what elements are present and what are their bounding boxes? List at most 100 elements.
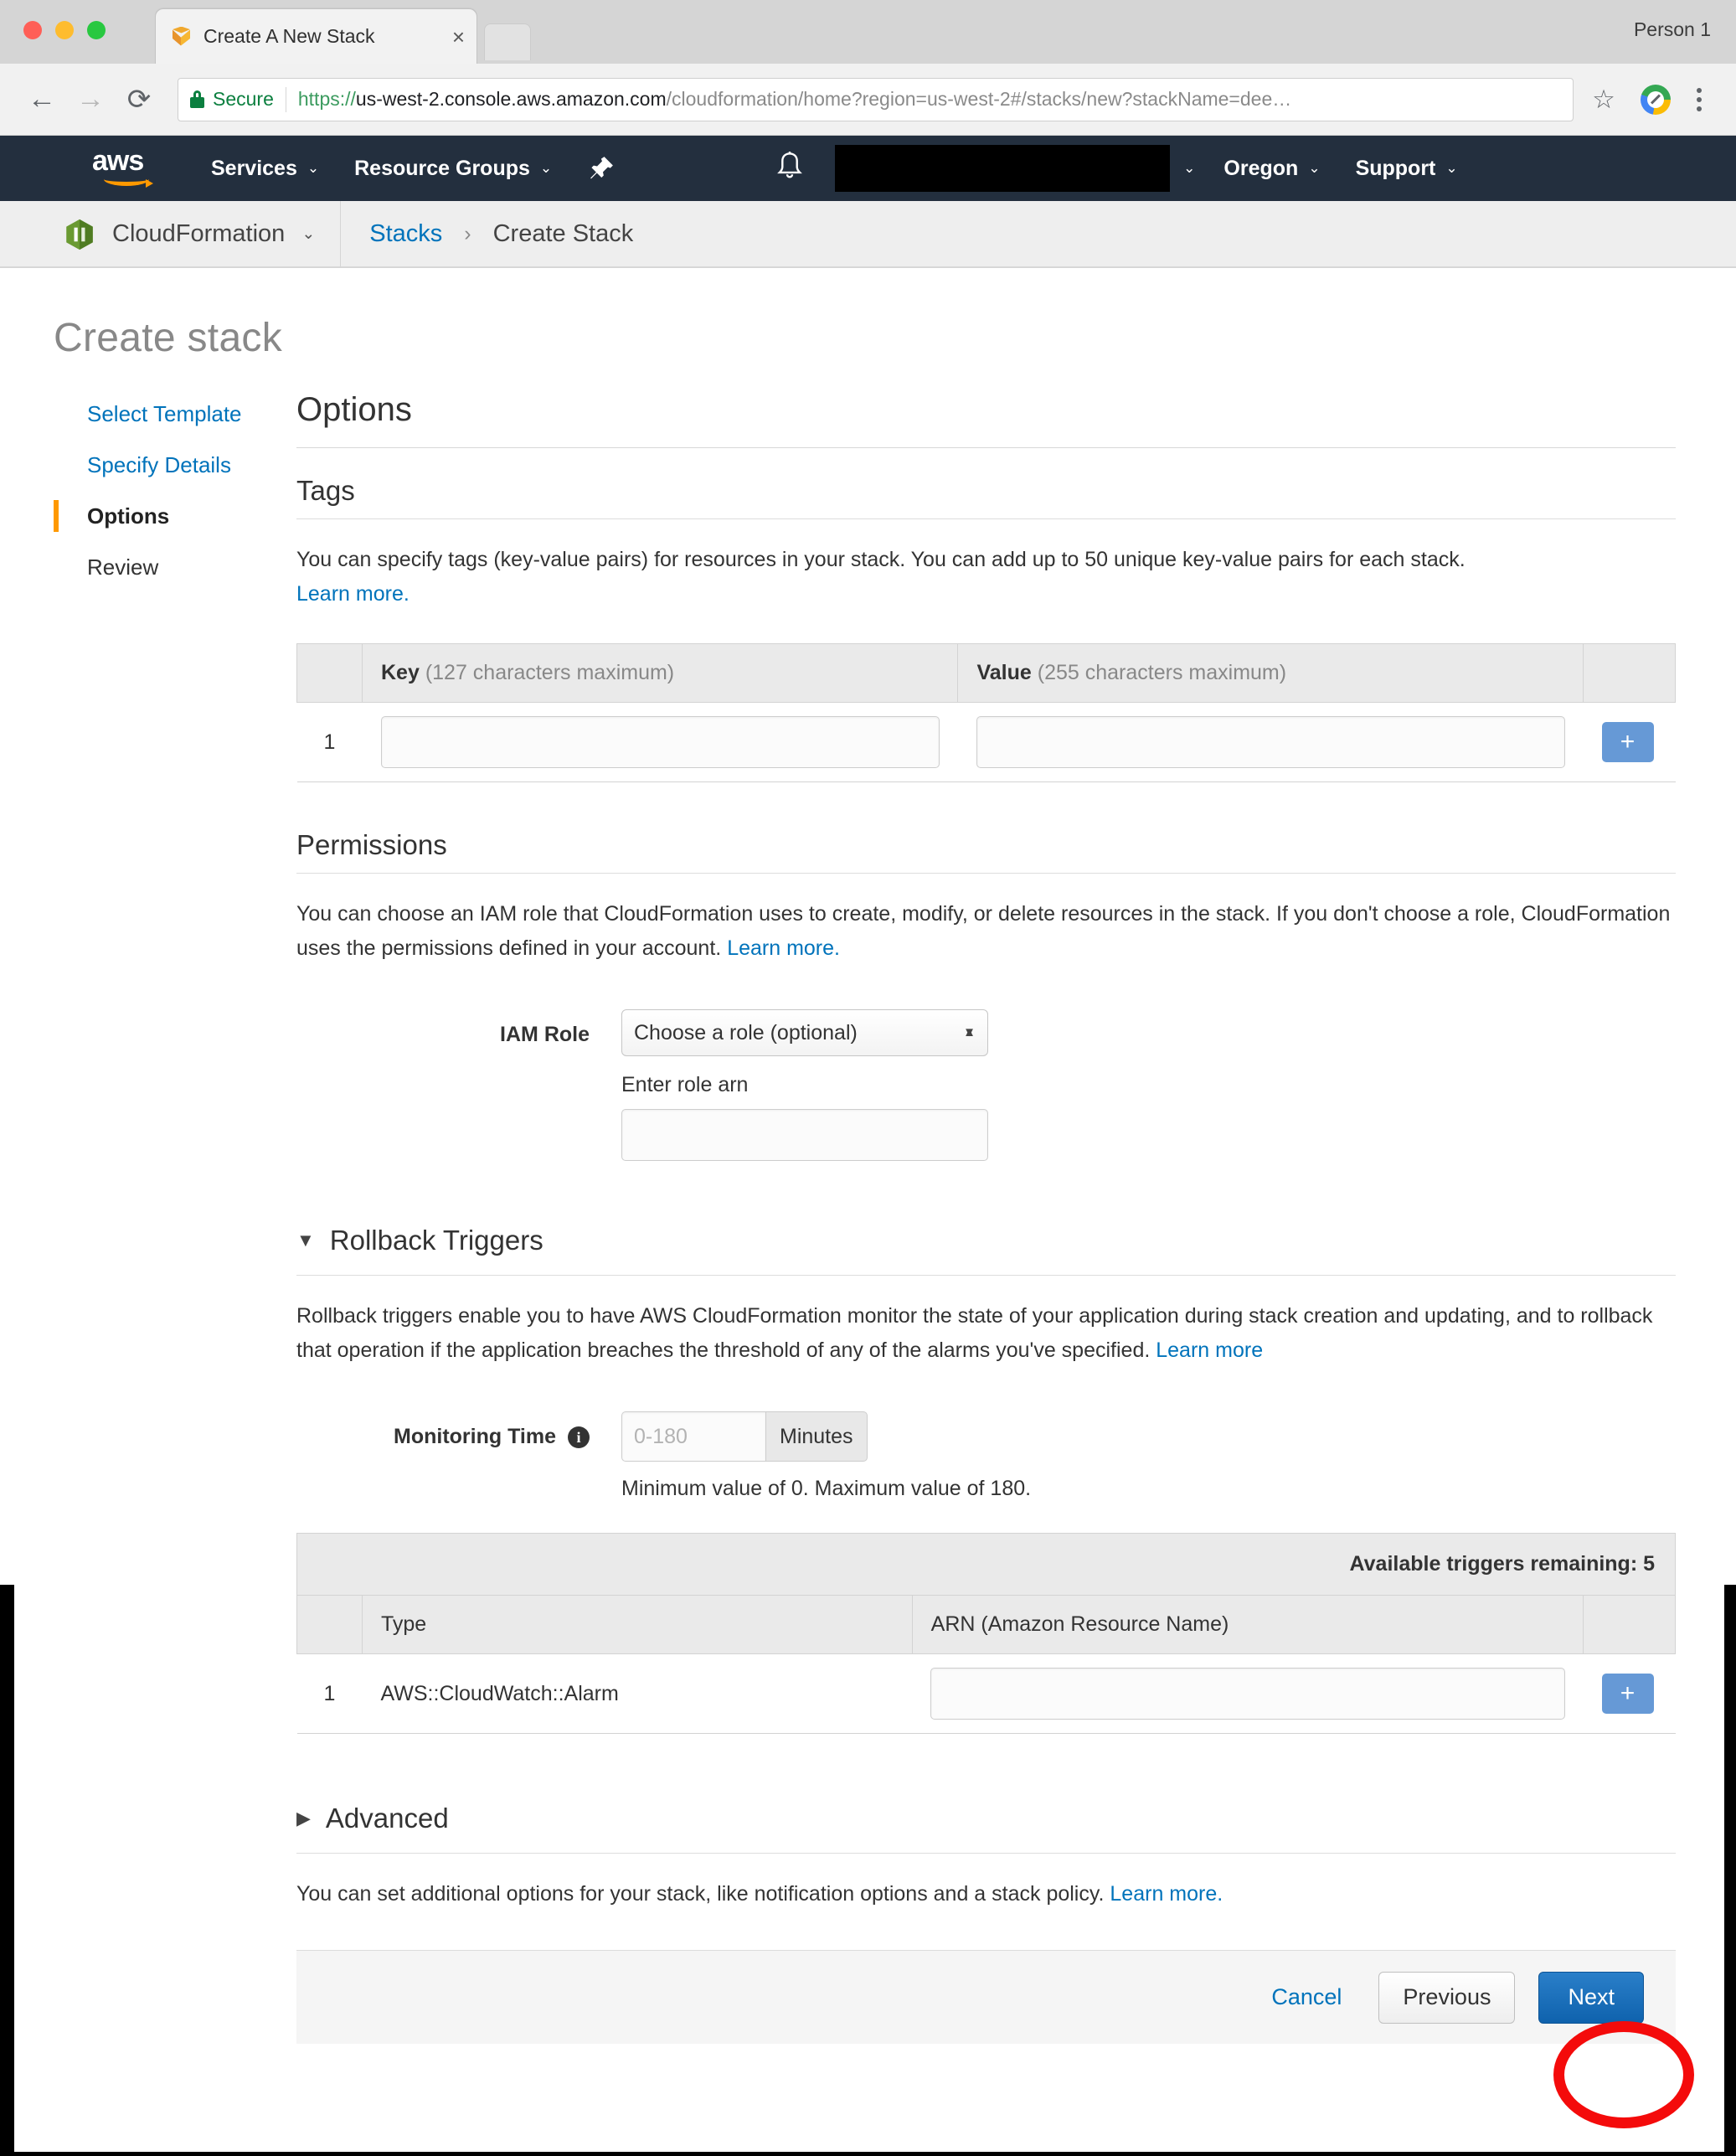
tag-value-input[interactable] xyxy=(976,716,1565,768)
back-icon[interactable]: ← xyxy=(20,78,64,121)
tags-value-header-hint: (255 characters maximum) xyxy=(1037,661,1287,684)
tags-key-header-label: Key xyxy=(381,661,420,684)
role-arn-input[interactable] xyxy=(621,1109,988,1161)
aws-global-nav: aws Services ⌄ Resource Groups ⌄ ⌄ Orego… xyxy=(0,136,1736,201)
previous-button[interactable]: Previous xyxy=(1378,1971,1516,2024)
chevron-down-icon: ⌄ xyxy=(539,160,553,176)
minimize-window-button[interactable] xyxy=(55,21,74,39)
tags-value-header: Value (255 characters maximum) xyxy=(957,643,1584,703)
close-tab-icon[interactable]: × xyxy=(452,26,465,48)
tags-heading: Tags xyxy=(296,475,355,506)
trigger-arn-input[interactable] xyxy=(930,1668,1565,1720)
page-title: Create stack xyxy=(54,316,283,360)
nav-resource-groups-label: Resource Groups xyxy=(354,156,530,180)
permissions-description: You can choose an IAM role that CloudFor… xyxy=(296,897,1676,966)
sidebar-item-options[interactable]: Options xyxy=(54,500,281,532)
table-row: 1 + xyxy=(296,702,1676,782)
chevron-down-icon[interactable]: ⌄ xyxy=(1183,160,1195,177)
nav-region-label: Oregon xyxy=(1223,156,1299,180)
iam-role-select[interactable]: Choose a role (optional) ▲ ▼ xyxy=(621,1009,988,1056)
advanced-heading: Advanced xyxy=(325,1803,449,1834)
triggers-row-number-header xyxy=(296,1595,363,1654)
triggers-type-cell: AWS::CloudWatch::Alarm xyxy=(362,1653,913,1734)
breadcrumb-current: Create Stack xyxy=(492,220,634,247)
close-window-button[interactable] xyxy=(23,21,42,39)
add-tag-row-button[interactable]: + xyxy=(1601,722,1654,762)
wizard-footer: Cancel Previous Next xyxy=(296,1950,1676,2044)
add-trigger-row-button[interactable]: + xyxy=(1601,1674,1654,1714)
forward-icon[interactable]: → xyxy=(69,78,112,121)
tags-table: Key (127 characters maximum) Value (255 … xyxy=(296,643,1676,782)
nav-support[interactable]: Support ⌄ xyxy=(1356,157,1458,181)
rollback-triggers-learn-more-link[interactable]: Learn more xyxy=(1156,1338,1263,1362)
permissions-heading: Permissions xyxy=(296,829,447,860)
triggers-type-header: Type xyxy=(362,1595,913,1654)
sidebar-item-select-template[interactable]: Select Template xyxy=(70,401,281,427)
monitoring-time-controls: Minutes Minimum value of 0. Maximum valu… xyxy=(621,1411,1676,1501)
iam-role-label: IAM Role xyxy=(500,1023,590,1046)
tags-actions-header xyxy=(1583,643,1676,703)
advanced-toggle[interactable]: ▶ Advanced xyxy=(296,1803,1676,1834)
tag-key-input[interactable] xyxy=(380,716,940,768)
nav-region[interactable]: Oregon ⌄ xyxy=(1223,157,1320,181)
info-icon[interactable]: i xyxy=(568,1426,590,1449)
pin-icon[interactable] xyxy=(587,154,616,183)
options-panel: Options Tags You can specify tags (key-v… xyxy=(281,391,1736,2044)
url-path: /cloudformation/home?region=us-west-2#/s… xyxy=(666,88,1292,110)
sidebar-item-review[interactable]: Review xyxy=(70,554,281,580)
reload-icon[interactable]: ⟳ xyxy=(117,78,161,121)
aws-logo[interactable]: aws xyxy=(92,147,164,189)
advanced-divider xyxy=(296,1853,1676,1854)
url-host: us-west-2.console.aws.amazon.com xyxy=(355,88,667,110)
maximize-window-button[interactable] xyxy=(87,21,106,39)
service-selector[interactable]: CloudFormation ⌄ xyxy=(65,201,342,267)
bookmark-star-icon[interactable]: ☆ xyxy=(1585,81,1622,118)
breadcrumb-separator-icon: › xyxy=(464,222,471,245)
section-divider xyxy=(296,447,1676,448)
notifications-bell-icon[interactable] xyxy=(775,150,805,188)
browser-tab-title: Create A New Stack xyxy=(203,25,375,47)
profile-name-label[interactable]: Person 1 xyxy=(1634,18,1711,41)
nav-services-label: Services xyxy=(211,156,297,180)
advanced-learn-more-link[interactable]: Learn more. xyxy=(1110,1882,1223,1906)
options-section-title: Options xyxy=(296,391,412,428)
breadcrumb: Stacks › Create Stack xyxy=(341,220,633,248)
tags-learn-more-link[interactable]: Learn more. xyxy=(296,582,410,606)
monitoring-time-label-text: Monitoring Time xyxy=(394,1425,556,1448)
browser-toolbar: ← → ⟳ Secure https://us-west-2.console.a… xyxy=(0,64,1736,136)
chevron-down-icon: ⌄ xyxy=(1445,160,1458,176)
new-tab-button[interactable] xyxy=(484,23,531,60)
service-name-label: CloudFormation xyxy=(112,220,286,247)
profile-avatar-icon[interactable] xyxy=(1641,84,1671,115)
available-triggers-text: Available triggers remaining: 5 xyxy=(296,1533,1676,1596)
triggers-arn-cell xyxy=(912,1653,1584,1734)
nav-resource-groups[interactable]: Resource Groups ⌄ xyxy=(354,157,552,181)
aws-smile-icon xyxy=(104,173,153,188)
rollback-triggers-toggle[interactable]: ▼ Rollback Triggers xyxy=(296,1225,1676,1256)
cloudformation-cube-icon xyxy=(171,26,193,48)
window-traffic-lights xyxy=(23,21,106,39)
permissions-learn-more-link[interactable]: Learn more. xyxy=(727,936,840,960)
rollback-triggers-divider xyxy=(296,1275,1676,1276)
triangle-right-icon: ▶ xyxy=(296,1808,311,1828)
tags-key-header-hint: (127 characters maximum) xyxy=(425,661,675,684)
account-name-redacted xyxy=(835,145,1171,192)
triggers-arn-header: ARN (Amazon Resource Name) xyxy=(911,1595,1584,1654)
cancel-button[interactable]: Cancel xyxy=(1271,1984,1342,2010)
role-arn-label: Enter role arn xyxy=(621,1073,749,1096)
tags-table-header: Key (127 characters maximum) Value (255 … xyxy=(296,643,1676,703)
next-button[interactable]: Next xyxy=(1538,1971,1644,2024)
sidebar-item-specify-details[interactable]: Specify Details xyxy=(70,452,281,478)
table-row: 1 AWS::CloudWatch::Alarm + xyxy=(296,1653,1676,1734)
browser-tab[interactable]: Create A New Stack × xyxy=(155,8,477,64)
browser-tabstrip: Create A New Stack × Person 1 xyxy=(0,0,1736,64)
chevron-down-icon: ⌄ xyxy=(1308,160,1321,176)
address-bar[interactable]: Secure https://us-west-2.console.aws.ama… xyxy=(178,77,1574,121)
nav-services[interactable]: Services ⌄ xyxy=(211,157,319,181)
url-text: https://us-west-2.console.aws.amazon.com… xyxy=(298,88,1291,111)
security-status-label: Secure xyxy=(213,88,274,110)
monitoring-time-input[interactable] xyxy=(621,1411,765,1462)
monitoring-time-unit-label: Minutes xyxy=(765,1411,868,1462)
browser-menu-icon[interactable] xyxy=(1682,81,1716,118)
breadcrumb-stacks-link[interactable]: Stacks xyxy=(369,220,442,248)
